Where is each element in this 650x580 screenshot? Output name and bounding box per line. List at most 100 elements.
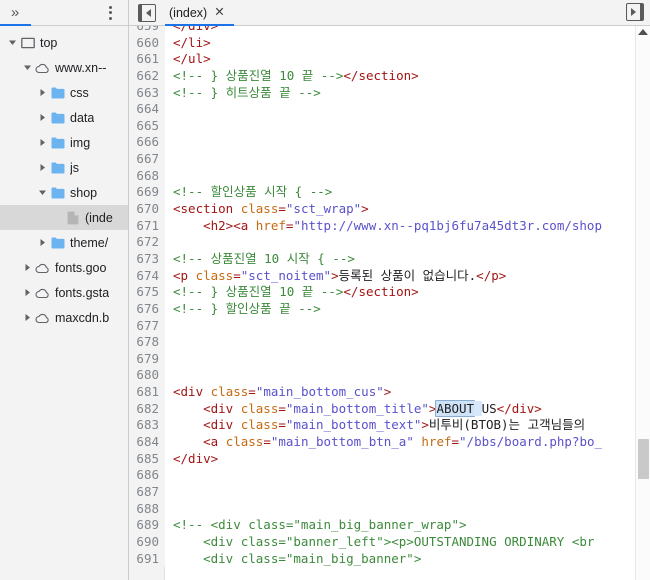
code-line[interactable]: 681 <div class="main_bottom_cus"> (129, 384, 650, 401)
code-token: "http://www.xn--pq1bj6fu7a45dt3r.com/sho… (293, 217, 602, 233)
code-line[interactable]: 672 (129, 234, 650, 251)
chevron-right-icon[interactable] (36, 162, 49, 173)
chevron-right-icon[interactable] (21, 312, 34, 323)
code-line[interactable]: 684 <a class="main_bottom_btn_a" href="/… (129, 434, 650, 451)
show-navigator-icon (138, 3, 156, 22)
chevron-down-icon[interactable] (6, 37, 19, 48)
scrollbar-thumb[interactable] (638, 439, 649, 479)
code-token: 등록된 상품이 없습니다. (338, 267, 477, 283)
code-line[interactable]: 678 (129, 334, 650, 351)
tree-item-inde[interactable]: (inde (0, 205, 128, 230)
code-line[interactable]: 668 (129, 167, 650, 185)
code-editor[interactable]: 659</div>660</li>661</ul>662<!-- } 상품진열 … (129, 26, 650, 580)
line-number: 685 (129, 450, 165, 468)
chevron-down-icon[interactable] (21, 62, 34, 73)
code-token: = (263, 434, 271, 450)
code-line[interactable]: 674 <p class="sct_noitem">등록된 상품이 없습니다.</… (129, 267, 650, 285)
devtools-sources-panel: » top www.xn-- css data img js shop (inde theme/… (0, 0, 650, 580)
tab-index[interactable]: (index) ✕ (165, 0, 234, 26)
chevron-right-icon[interactable] (36, 237, 49, 248)
code-token: <!-- 할인상품 시작 { --> (173, 184, 333, 200)
code-line[interactable]: 665 (129, 117, 650, 135)
line-number: 659 (129, 26, 165, 35)
tree-item-theme[interactable]: theme/ (0, 230, 128, 255)
code-line[interactable]: 687 (129, 483, 650, 501)
scroll-up-arrow-icon[interactable] (636, 29, 650, 35)
code-content[interactable]: 659</div>660</li>661</ul>662<!-- } 상품진열 … (129, 26, 650, 580)
line-number: 661 (129, 51, 165, 68)
tree-item-fontsgsta[interactable]: fonts.gsta (0, 280, 128, 305)
code-line[interactable]: 659 </div> (129, 26, 650, 35)
code-line[interactable]: 676 <!-- } 할인상품 끝 --> (129, 300, 650, 318)
code-line[interactable]: 662 <!-- } 상품진열 10 끝 --></section> (129, 67, 650, 85)
line-number: 660 (129, 34, 165, 52)
editor-tabbar: (index) ✕ (129, 0, 650, 26)
code-token: = (451, 434, 460, 450)
code-line[interactable]: 664 (129, 101, 650, 118)
code-token: = (248, 384, 256, 400)
code-line-text: </div> (165, 451, 218, 468)
close-icon[interactable]: ✕ (214, 6, 224, 19)
tree-item-data[interactable]: data (0, 105, 128, 130)
code-line[interactable]: 660 </li> (129, 34, 650, 52)
code-line[interactable]: 689 <!-- <div class="main_big_banner_wrap… (129, 517, 650, 534)
chevron-right-icon[interactable] (21, 287, 34, 298)
code-line[interactable]: 679 (129, 350, 650, 368)
tree-item-maxcdnb[interactable]: maxcdn.b (0, 305, 128, 330)
code-line[interactable]: 667 (129, 151, 650, 168)
code-line[interactable]: 661 </ul> (129, 51, 650, 68)
code-token: <div class="main_big_banner"> (173, 550, 422, 566)
code-line[interactable]: 671 <h2><a href="http://www.xn--pq1bj6fu… (129, 217, 650, 235)
code-line-text: <a class="main_bottom_btn_a" href="/bbs/… (165, 434, 602, 451)
code-token: <h2><a (173, 217, 256, 233)
code-line[interactable]: 686 (129, 467, 650, 484)
tree-item-css[interactable]: css (0, 80, 128, 105)
tree-item-wwwxn[interactable]: www.xn-- (0, 55, 128, 80)
kebab-menu-icon[interactable] (96, 0, 124, 25)
code-line[interactable]: 690 <div class="banner_left"><p>OUTSTAND… (129, 533, 650, 551)
code-line[interactable]: 683 <div class="main_bottom_text">비투비(BT… (129, 417, 650, 435)
code-line[interactable]: 670 <section class="sct_wrap"> (129, 201, 650, 218)
code-line[interactable]: 675 <!-- } 상품진열 10 끝 --></section> (129, 284, 650, 301)
code-line[interactable]: 688 (129, 500, 650, 518)
line-number: 669 (129, 184, 165, 202)
chevron-right-icon[interactable] (21, 262, 34, 273)
code-line[interactable]: 669 <!-- 할인상품 시작 { --> (129, 184, 650, 202)
code-token: <div (173, 384, 211, 400)
folder-icon (49, 187, 66, 199)
code-line[interactable]: 673 <!-- 상품진열 10 시작 { --> (129, 250, 650, 268)
code-line[interactable]: 677 (129, 317, 650, 335)
file-tree[interactable]: top www.xn-- css data img js shop (inde theme/fo… (0, 26, 128, 580)
chevron-right-icon[interactable] (36, 137, 49, 148)
tree-item-img[interactable]: img (0, 130, 128, 155)
show-drawer-button[interactable] (626, 3, 644, 21)
tree-item-top[interactable]: top (0, 30, 128, 55)
line-number: 682 (129, 400, 165, 418)
line-number: 662 (129, 67, 165, 85)
chevron-double-right-icon[interactable]: » (0, 0, 30, 25)
code-line[interactable]: 682 <div class="main_bottom_title">ABOUT… (129, 399, 650, 418)
show-navigator-button[interactable] (129, 3, 165, 22)
code-token: 비투비(BTOB)는 고객님들의 (428, 417, 586, 433)
code-line[interactable]: 680 (129, 367, 650, 385)
tree-item-js[interactable]: js (0, 155, 128, 180)
code-line-text: <div class="main_bottom_cus"> (165, 384, 391, 401)
line-number: 688 (129, 500, 165, 518)
code-line[interactable]: 666 (129, 134, 650, 152)
code-line[interactable]: 691 <div class="main_big_banner"> (129, 550, 650, 568)
line-number: 679 (129, 350, 165, 368)
editor-vertical-scrollbar[interactable] (635, 26, 650, 580)
tree-item-label: theme/ (70, 235, 109, 250)
code-token: <!-- 상품진열 10 시작 { --> (173, 250, 355, 266)
line-number: 690 (129, 533, 165, 551)
tree-item-fontsgoo[interactable]: fonts.goo (0, 255, 128, 280)
chevron-down-icon[interactable] (36, 187, 49, 198)
tree-item-shop[interactable]: shop (0, 180, 128, 205)
code-line[interactable]: 663 <!-- } 히트상품 끝 --> (129, 84, 650, 102)
code-line[interactable]: 685 </div> (129, 450, 650, 468)
code-token: class (240, 417, 279, 433)
chevron-right-icon[interactable] (36, 112, 49, 123)
chevron-right-icon[interactable] (36, 87, 49, 98)
